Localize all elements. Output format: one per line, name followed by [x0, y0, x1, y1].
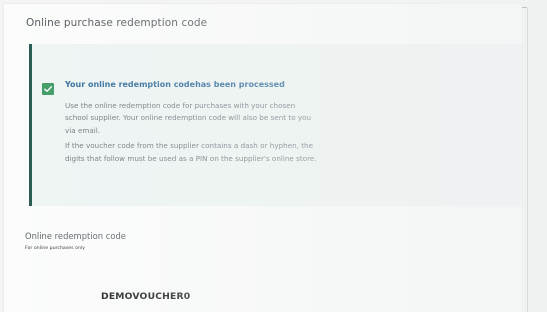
notice-body-line: via email.: [65, 126, 101, 135]
redemption-code-subtext: For online purchases only: [25, 246, 85, 251]
success-notice: Your online redemption codehas been proc…: [29, 44, 522, 206]
notice-heading: Your online redemption codehas been proc…: [65, 80, 285, 89]
voucher-code: DEMOVOUCHER0: [101, 291, 191, 302]
notice-body-line: Use the online redemption code for purch…: [65, 101, 296, 110]
redemption-card: Online purchase redemption code Your onl…: [4, 4, 522, 312]
card-title: Online purchase redemption code: [26, 17, 208, 29]
checkbox-checked-icon: [42, 83, 54, 95]
notice-body-line: If the voucher code from the supplier co…: [65, 141, 314, 150]
notice-body-line: school supplier. Your online redemption …: [65, 113, 312, 122]
page-right-edge-line: [527, 8, 528, 312]
redemption-code-label: Online redemption code: [25, 231, 126, 241]
notice-body-line: digits that follow must be used as a PIN…: [65, 154, 317, 163]
